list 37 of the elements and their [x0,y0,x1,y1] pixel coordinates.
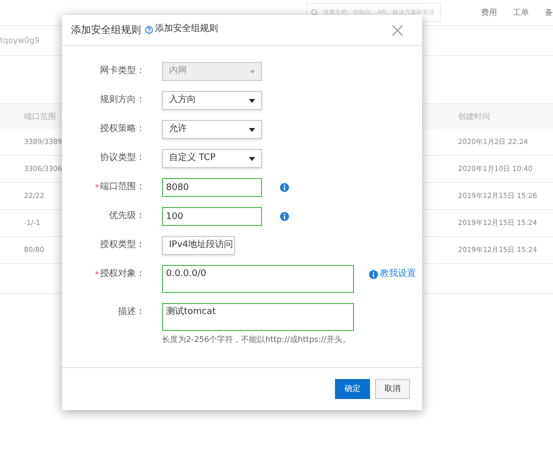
text-area[interactable]: 0.0.0.0/0 [162,265,354,293]
confirm-button[interactable]: 确定 [335,379,370,399]
input-field[interactable]: 100 [162,207,262,226]
help-link[interactable]: 教我设置 [380,268,416,282]
field-label: 优先级： [109,210,145,223]
caret-icon [250,70,255,74]
dialog-title: 添加安全组规则 [71,24,141,38]
text-area[interactable]: 测试tomcat [162,303,354,331]
instance-id: tqoyw0g9 [0,34,40,46]
search-icon [311,8,319,16]
help-link[interactable]: 添加安全组规则 [155,23,218,37]
field-label: 协议类型： [100,152,145,165]
header-link[interactable]: 备 [545,6,553,18]
field-label: 描述： [118,306,145,319]
select-field[interactable]: 入方向 [162,91,262,110]
field-label: 规则方向： [100,94,145,107]
select-field[interactable]: 自定义 TCP [162,149,262,168]
field-label: 授权类型： [100,238,145,252]
field-label: 授权策略： [100,122,145,136]
select-field[interactable]: 允许 [162,120,262,139]
header-link[interactable]: 工单 [513,6,529,18]
caret-icon [249,156,255,160]
required-mark: * [95,268,99,280]
help-icon [145,26,153,34]
column-header: 创建时间 [458,110,491,122]
field-label: 授权对象： [100,268,145,281]
hint-text: 长度为2-256个字符，不能以http://或https://开头。 [162,334,352,346]
field-label: 网卡类型： [100,64,145,78]
select-field[interactable]: IPv4地址段访问 [162,236,235,255]
info-icon [369,270,378,279]
close-icon[interactable] [392,24,403,36]
input-field[interactable]: 8080 [162,178,262,197]
column-header: 端口范围 [24,110,56,122]
cancel-button[interactable]: 取消 [375,379,410,399]
required-mark: * [95,182,99,194]
field-label: 端口范围： [100,180,145,194]
header-link[interactable]: 费用 [481,6,497,18]
